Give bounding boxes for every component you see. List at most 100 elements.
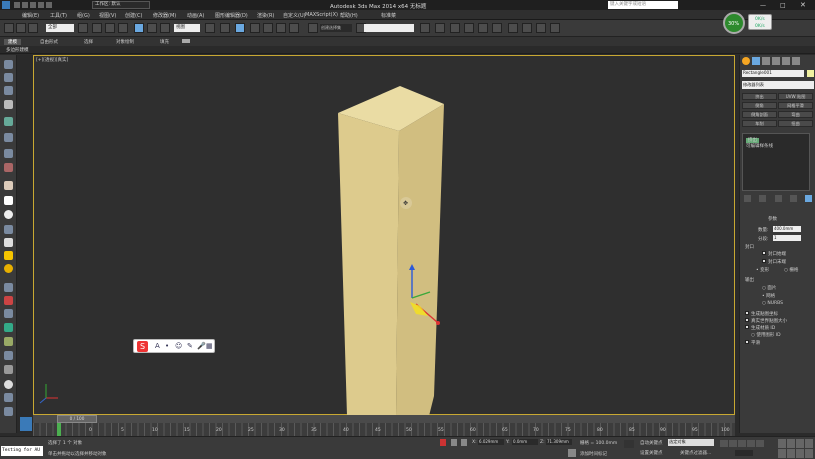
time-slider-thumb[interactable]: 0 / 100 bbox=[57, 415, 97, 423]
gen-mapping-checkbox[interactable] bbox=[745, 311, 749, 315]
uvw-map-button[interactable]: UVW 贴图 bbox=[778, 93, 813, 100]
chinese-mode-icon[interactable]: A bbox=[155, 342, 160, 350]
maximize-viewport-icon[interactable] bbox=[805, 449, 813, 458]
morph-radio[interactable]: • 变形 bbox=[756, 267, 769, 273]
auto-key-button[interactable]: 自动关键点 bbox=[640, 440, 663, 446]
isolate-icon[interactable] bbox=[451, 439, 457, 446]
punctuation-icon[interactable]: • bbox=[165, 342, 169, 350]
menu-edit[interactable]: 编辑(E) bbox=[22, 12, 39, 19]
tool-icon-11[interactable] bbox=[4, 210, 13, 219]
y-coord-input[interactable]: 0.0mm bbox=[512, 439, 538, 445]
smooth-checkbox[interactable] bbox=[745, 340, 749, 344]
spinner-snap-icon[interactable] bbox=[289, 23, 299, 33]
open-icon[interactable] bbox=[22, 2, 28, 8]
tool-icon-25[interactable] bbox=[4, 407, 13, 416]
zoom-icon[interactable] bbox=[778, 439, 786, 448]
out-patch-radio[interactable]: ○ 面片 bbox=[762, 285, 776, 291]
pivot-center-icon[interactable] bbox=[205, 23, 215, 33]
key-filters-button[interactable]: 关键点过滤器... bbox=[680, 450, 711, 456]
menu-rendering[interactable]: 渲染(R) bbox=[257, 12, 274, 19]
ime-toolbar[interactable]: S A • ☺ ✎ 🎤 ▦ bbox=[133, 339, 215, 353]
bend-button[interactable]: 弯曲 bbox=[778, 111, 813, 118]
extrude-button[interactable]: 挤出 bbox=[742, 93, 777, 100]
menu-views[interactable]: 视图(V) bbox=[99, 12, 116, 19]
cap-end-checkbox[interactable] bbox=[762, 259, 766, 263]
menu-modifiers[interactable]: 修改器(M) bbox=[153, 12, 176, 19]
bevel-profile-button[interactable]: 倒角剖面 bbox=[742, 111, 777, 118]
undo-tool-icon[interactable] bbox=[4, 23, 14, 33]
zoom-extents-icon[interactable] bbox=[796, 439, 804, 448]
schematic-view-icon[interactable] bbox=[478, 23, 488, 33]
tool-icon-10[interactable] bbox=[4, 196, 13, 205]
emoji-icon[interactable]: ☺ bbox=[175, 342, 182, 350]
hierarchy-tab-icon[interactable] bbox=[762, 57, 770, 65]
curve-editor-icon[interactable] bbox=[464, 23, 474, 33]
maxscript-listener-input[interactable]: Testing for AU bbox=[1, 446, 43, 456]
app-logo-icon[interactable] bbox=[2, 1, 10, 9]
tool-icon-16[interactable] bbox=[4, 283, 13, 292]
display-tab-icon[interactable] bbox=[782, 57, 790, 65]
edit-named-sets-icon[interactable] bbox=[308, 23, 318, 33]
tool-icon-17[interactable] bbox=[4, 296, 13, 305]
tool-icon-8[interactable] bbox=[4, 163, 13, 172]
mini-listener-icon[interactable] bbox=[20, 417, 32, 431]
next-frame-icon[interactable] bbox=[747, 440, 755, 447]
selection-lock-icon[interactable] bbox=[440, 439, 446, 446]
tool-icon-12[interactable] bbox=[4, 225, 13, 234]
tool-icon-20[interactable] bbox=[4, 337, 13, 346]
tab-freeform[interactable]: 自由形式 bbox=[40, 39, 58, 45]
toolbox-icon[interactable]: ▦ bbox=[206, 342, 213, 350]
absolute-mode-icon[interactable] bbox=[461, 439, 467, 446]
angle-snap-icon[interactable] bbox=[263, 23, 273, 33]
lathe-button[interactable]: 车削 bbox=[742, 120, 777, 127]
orbit-icon[interactable] bbox=[796, 449, 804, 458]
go-to-end-icon[interactable] bbox=[756, 440, 764, 447]
tool-icon-9[interactable] bbox=[4, 181, 13, 190]
tab-selection[interactable]: 选择 bbox=[84, 39, 93, 45]
tool-icon-23[interactable] bbox=[4, 380, 13, 389]
modify-tab-icon[interactable] bbox=[752, 57, 760, 65]
menu-graph-editors[interactable]: 图形编辑器(D) bbox=[215, 12, 248, 19]
perspective-viewport[interactable]: [+][透视][真实] ✥ bbox=[33, 55, 735, 416]
selection-set-dropdown[interactable] bbox=[364, 24, 414, 32]
key-icon[interactable] bbox=[624, 440, 634, 448]
named-selection-dropdown[interactable]: 创建选择集 bbox=[320, 24, 352, 32]
modifier-list-dropdown[interactable]: 修改器列表 bbox=[742, 81, 814, 89]
tool-icon-1[interactable] bbox=[4, 60, 13, 69]
save-icon[interactable] bbox=[30, 2, 36, 8]
tab-object-paint[interactable]: 对象绘制 bbox=[116, 39, 134, 45]
tool-icon-19[interactable] bbox=[4, 323, 13, 332]
out-mesh-radio[interactable]: • 网格 bbox=[762, 293, 775, 299]
tool-icon-2[interactable] bbox=[4, 73, 13, 82]
render-iterative-icon[interactable] bbox=[550, 23, 560, 33]
utilities-tab-icon[interactable] bbox=[792, 57, 800, 65]
tool-icon-13[interactable] bbox=[4, 238, 13, 247]
menu-animation[interactable]: 动画(A) bbox=[187, 12, 204, 19]
rendered-frame-icon[interactable] bbox=[522, 23, 532, 33]
zoom-all-icon[interactable] bbox=[787, 439, 795, 448]
field-of-view-icon[interactable] bbox=[778, 449, 786, 458]
tab-modeling[interactable]: 建模 bbox=[4, 39, 21, 45]
workspace-dropdown[interactable]: 工作区: 默认 bbox=[92, 1, 150, 9]
create-tab-icon[interactable] bbox=[742, 57, 750, 65]
rect-selection-icon[interactable] bbox=[105, 23, 115, 33]
minimize-button[interactable]: — bbox=[760, 2, 766, 9]
redo-tool-icon[interactable] bbox=[16, 23, 26, 33]
x-coord-input[interactable]: 6.029mm bbox=[478, 439, 504, 445]
tool-icon-4[interactable] bbox=[4, 100, 13, 109]
box-side-face[interactable] bbox=[396, 104, 444, 416]
redo-icon[interactable] bbox=[46, 2, 52, 8]
object-color-swatch[interactable] bbox=[807, 70, 814, 77]
use-shape-ids-radio[interactable]: ○ 使用图形 ID bbox=[751, 332, 781, 338]
menu-create[interactable]: 创建(C) bbox=[125, 12, 142, 19]
undo-icon[interactable] bbox=[38, 2, 44, 8]
selected-object-dropdown[interactable]: 选定对象 bbox=[668, 439, 714, 446]
segments-input[interactable]: 1 bbox=[773, 235, 801, 241]
window-crossing-icon[interactable] bbox=[118, 23, 128, 33]
ribbon-toggle-icon[interactable] bbox=[182, 39, 190, 43]
layer-manager-icon[interactable] bbox=[435, 23, 445, 33]
amount-input[interactable]: 400.0mm bbox=[773, 226, 801, 232]
time-slider[interactable]: 0 / 100 bbox=[33, 415, 735, 423]
modifier-stack[interactable]: 挤出 可编辑样条线 bbox=[742, 133, 810, 191]
tool-icon-14[interactable] bbox=[4, 251, 13, 260]
